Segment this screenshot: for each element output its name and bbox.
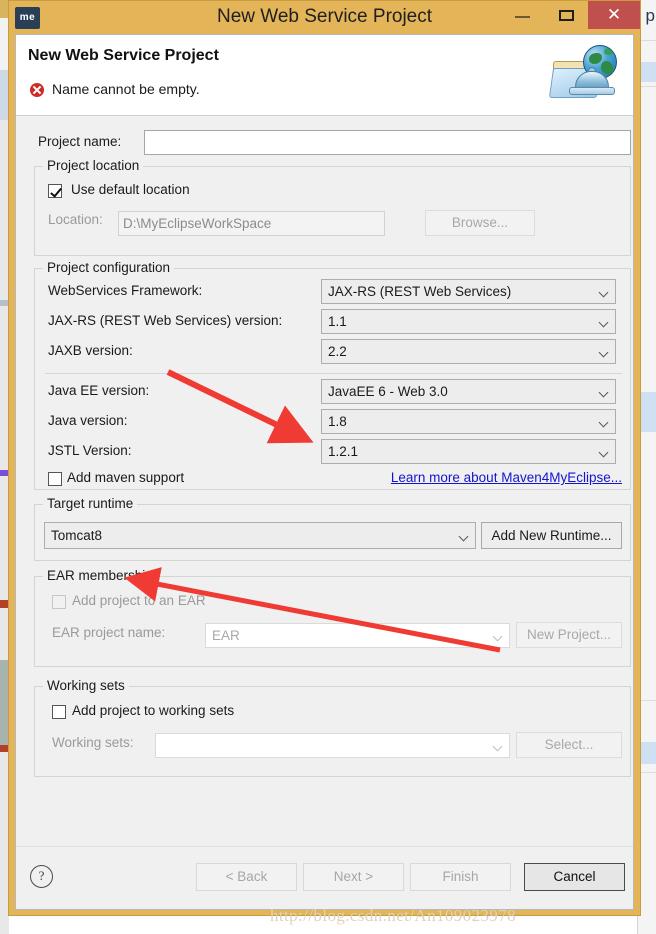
working-sets-select-button[interactable]: Select...	[516, 732, 622, 758]
use-default-location-label: Use default location	[71, 182, 190, 197]
location-input[interactable]: D:\MyEclipseWorkSpace	[118, 211, 385, 236]
project-location-group: Project location Use default location Lo…	[34, 158, 631, 256]
project-name-label: Project name:	[38, 134, 122, 149]
project-configuration-group: Project configuration WebServices Framew…	[34, 260, 631, 490]
minimize-button[interactable]	[502, 1, 544, 29]
jstl-version-combo[interactable]: 1.2.1	[321, 439, 616, 464]
project-name-row: Project name:	[16, 130, 633, 155]
jaxrs-version-combo[interactable]: 1.1	[321, 309, 616, 334]
javaee-version-combo[interactable]: JavaEE 6 - Web 3.0	[321, 379, 616, 404]
dialog-header: New Web Service Project Name cannot be e…	[16, 35, 633, 116]
jstl-version-label: JSTL Version:	[48, 443, 132, 458]
cancel-button[interactable]: Cancel	[524, 863, 625, 891]
chevron-down-icon	[600, 449, 608, 454]
target-runtime-value: Tomcat8	[51, 528, 103, 543]
working-sets-group-title: Working sets	[43, 678, 129, 693]
add-project-to-working-sets-checkbox[interactable]	[52, 705, 66, 719]
chevron-down-icon	[600, 319, 608, 324]
jaxrs-version-value: 1.1	[328, 314, 347, 329]
add-project-to-working-sets-label: Add project to working sets	[72, 703, 235, 718]
validation-message: Name cannot be empty.	[52, 81, 200, 97]
add-maven-support-label: Add maven support	[67, 470, 185, 485]
working-sets-group: Working sets Add project to working sets…	[34, 678, 631, 777]
watermark-text: http://blog.csdn.net/An109023978	[270, 906, 517, 925]
project-name-input[interactable]	[144, 130, 631, 155]
error-icon	[30, 83, 44, 97]
java-version-label: Java version:	[48, 413, 128, 428]
maven4myeclipse-link[interactable]: Learn more about Maven4MyEclipse...	[391, 466, 622, 490]
browse-button[interactable]: Browse...	[425, 210, 535, 236]
use-default-location-checkbox[interactable]	[48, 184, 62, 198]
ear-project-name-combo[interactable]: EAR	[205, 623, 510, 648]
java-version-value: 1.8	[328, 414, 347, 429]
working-sets-combo[interactable]	[155, 733, 510, 758]
jstl-version-value: 1.2.1	[328, 444, 359, 459]
target-runtime-group: Target runtime Tomcat8 Add New Runtime..…	[34, 496, 631, 561]
configuration-divider	[45, 373, 622, 374]
dialog-title-bar: me New Web Service Project ✕	[9, 1, 640, 37]
web-service-project-icon	[548, 43, 625, 107]
java-version-combo[interactable]: 1.8	[321, 409, 616, 434]
background-window-letter: p	[645, 6, 655, 25]
chevron-down-icon	[600, 419, 608, 424]
dialog-client-area: New Web Service Project Name cannot be e…	[15, 34, 634, 910]
help-icon[interactable]: ?	[30, 865, 53, 888]
chevron-down-icon	[600, 289, 608, 294]
close-button[interactable]: ✕	[588, 1, 640, 29]
maximize-icon	[559, 10, 574, 21]
close-icon: ✕	[606, 5, 622, 24]
ear-membership-group: EAR membership Add project to an EAR EAR…	[34, 568, 631, 667]
chevron-down-icon	[494, 743, 502, 748]
ear-membership-group-title: EAR membership	[43, 568, 157, 583]
finish-button[interactable]: Finish	[410, 863, 511, 891]
jaxrs-version-label: JAX-RS (REST Web Services) version:	[48, 313, 283, 328]
javaee-version-value: JavaEE 6 - Web 3.0	[328, 384, 448, 399]
target-runtime-combo[interactable]: Tomcat8	[44, 522, 476, 549]
next-button[interactable]: Next >	[303, 863, 404, 891]
ear-project-name-value: EAR	[212, 628, 240, 643]
minimize-icon	[515, 16, 530, 18]
chevron-down-icon	[600, 349, 608, 354]
working-sets-label: Working sets:	[52, 735, 134, 750]
project-location-group-title: Project location	[43, 158, 144, 173]
add-maven-support-checkbox[interactable]	[48, 472, 62, 486]
ear-new-project-button[interactable]: New Project...	[516, 622, 622, 648]
add-project-to-ear-checkbox[interactable]	[52, 595, 66, 609]
add-new-runtime-button[interactable]: Add New Runtime...	[481, 522, 622, 549]
back-button[interactable]: < Back	[196, 863, 297, 891]
jaxb-version-combo[interactable]: 2.2	[321, 339, 616, 364]
jaxb-version-label: JAXB version:	[48, 343, 133, 358]
add-project-to-ear-label: Add project to an EAR	[72, 593, 206, 608]
location-label: Location:	[48, 212, 103, 227]
javaee-version-label: Java EE version:	[48, 383, 150, 398]
webservices-framework-combo[interactable]: JAX-RS (REST Web Services)	[321, 279, 616, 304]
ear-project-name-label: EAR project name:	[52, 625, 166, 640]
jaxb-version-value: 2.2	[328, 344, 347, 359]
maximize-button[interactable]	[546, 1, 588, 29]
dialog-footer: ? < Back Next > Finish Cancel	[16, 846, 633, 909]
page-title: New Web Service Project	[28, 47, 219, 64]
chevron-down-icon	[460, 533, 468, 538]
webservices-framework-value: JAX-RS (REST Web Services)	[328, 284, 512, 299]
chevron-down-icon	[494, 633, 502, 638]
project-configuration-group-title: Project configuration	[43, 260, 175, 275]
chevron-down-icon	[600, 389, 608, 394]
new-web-service-project-dialog: me New Web Service Project ✕ New Web Ser…	[8, 0, 641, 916]
target-runtime-group-title: Target runtime	[43, 496, 138, 511]
webservices-framework-label: WebServices Framework:	[48, 283, 203, 298]
dialog-body: Project name: Project location Use defau…	[16, 116, 633, 847]
